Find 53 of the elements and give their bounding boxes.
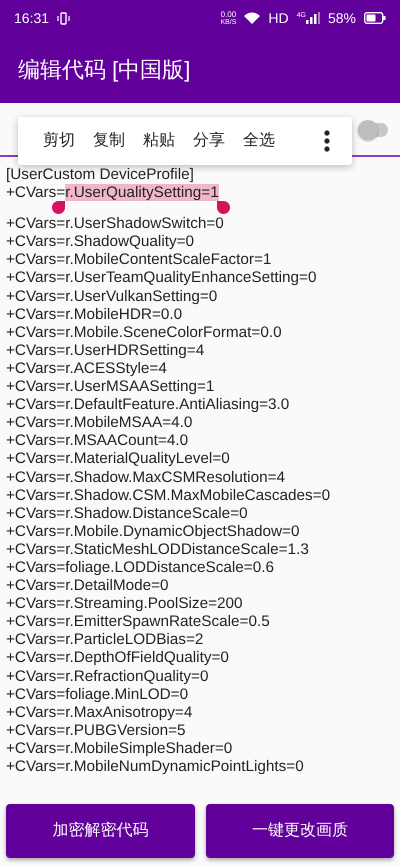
wifi-icon [244, 12, 260, 24]
signal-icon [306, 12, 320, 24]
menu-item[interactable]: 分享 [184, 123, 234, 159]
code-line: +CVars=r.ACESStyle=4 [6, 360, 167, 378]
menu-item[interactable]: 复制 [84, 123, 134, 159]
code-line: +CVars=r.MobileHDR=0.0 [6, 306, 182, 324]
battery-percent: 58% [328, 8, 356, 28]
code-line: +CVars=r.Shadow.DistanceScale=0 [6, 504, 248, 523]
network-speed: 0.00 [220, 10, 236, 18]
code-line: +CVars=r.RefractionQuality=0 [6, 668, 208, 686]
code-line: +CVars=r.Shadow.MaxCSMResolution=4 [6, 468, 286, 487]
code-line: +CVars=r.MaxAnisotropy=4 [6, 704, 192, 722]
code-line: +CVars=r.DefaultFeature.AntiAliasing=3.0 [6, 396, 290, 414]
toggle-switch[interactable] [360, 123, 388, 137]
menu-item[interactable]: 粘贴 [134, 123, 184, 159]
code-line: +CVars=r.UserShadowSwitch=0 [6, 215, 224, 234]
app-title: 编辑代码 [中国版] [18, 56, 190, 84]
code-line: +CVars=r.UserQualitySetting=1 [6, 184, 219, 202]
code-line: +CVars=r.MobileContentScaleFactor=1 [6, 251, 272, 270]
selection-handle[interactable] [216, 201, 230, 214]
code-line: +CVars=r.ParticleLODBias=2 [6, 631, 204, 650]
action-button[interactable]: 一键更改画质 [206, 804, 394, 858]
code-line: +CVars=r.Mobile.DynamicObjectShadow=0 [6, 522, 300, 541]
vibrate-icon [57, 12, 70, 24]
code-line: +CVars=foliage.MinLOD=0 [6, 686, 188, 704]
code-line: +CVars=r.MobileSimpleShader=0 [6, 740, 232, 758]
code-line: +CVars=r.UserTeamQualityEnhanceSetting=0 [6, 269, 316, 288]
code-line: +CVars=r.MobileMSAA=4.0 [6, 414, 192, 432]
menu-item[interactable]: 全选 [234, 123, 284, 159]
code-line: +CVars=r.StaticMeshLODDistanceScale=1.3 [6, 540, 309, 559]
code-line: +CVars=r.MSAACount=4.0 [6, 432, 188, 450]
action-button[interactable]: 加密解密代码 [6, 804, 194, 858]
code-line: +CVars=r.Shadow.CSM.MaxMobileCascades=0 [6, 486, 330, 505]
code-line: +CVars=r.DepthOfFieldQuality=0 [6, 649, 229, 668]
code-line: +CVars=r.MaterialQualityLevel=0 [6, 450, 230, 468]
clock-time: 16:31 [14, 8, 50, 28]
code-line: +CVars=r.Mobile.SceneColorFormat=0.0 [6, 324, 282, 342]
code-line: +CVars=r.PUBGVersion=5 [6, 722, 186, 740]
code-line: +CVars=r.Streaming.PoolSize=200 [6, 595, 243, 614]
more-options-icon[interactable] [324, 130, 330, 152]
code-line: +CVars=r.UserVulkanSetting=0 [6, 288, 218, 306]
hd-label: HD [268, 8, 289, 28]
code-line: +CVars=r.EmitterSpawnRateScale=0.5 [6, 613, 270, 632]
code-line: +CVars=r.DetailMode=0 [6, 577, 169, 596]
code-line: +CVars=r.MobileNumDynamicPointLights=0 [6, 758, 304, 776]
code-line: +CVars=r.ShadowQuality=0 [6, 233, 194, 252]
code-line: [UserCustom DeviceProfile] [6, 166, 194, 184]
code-line: +CVars=r.UserHDRSetting=4 [6, 342, 204, 360]
menu-item[interactable]: 剪切 [34, 123, 84, 159]
code-line: +CVars=foliage.LODDistanceScale=0.6 [6, 558, 274, 578]
battery-icon [364, 12, 386, 24]
code-line: +CVars=r.UserMSAASetting=1 [6, 378, 214, 396]
selection-handle[interactable] [52, 201, 66, 214]
